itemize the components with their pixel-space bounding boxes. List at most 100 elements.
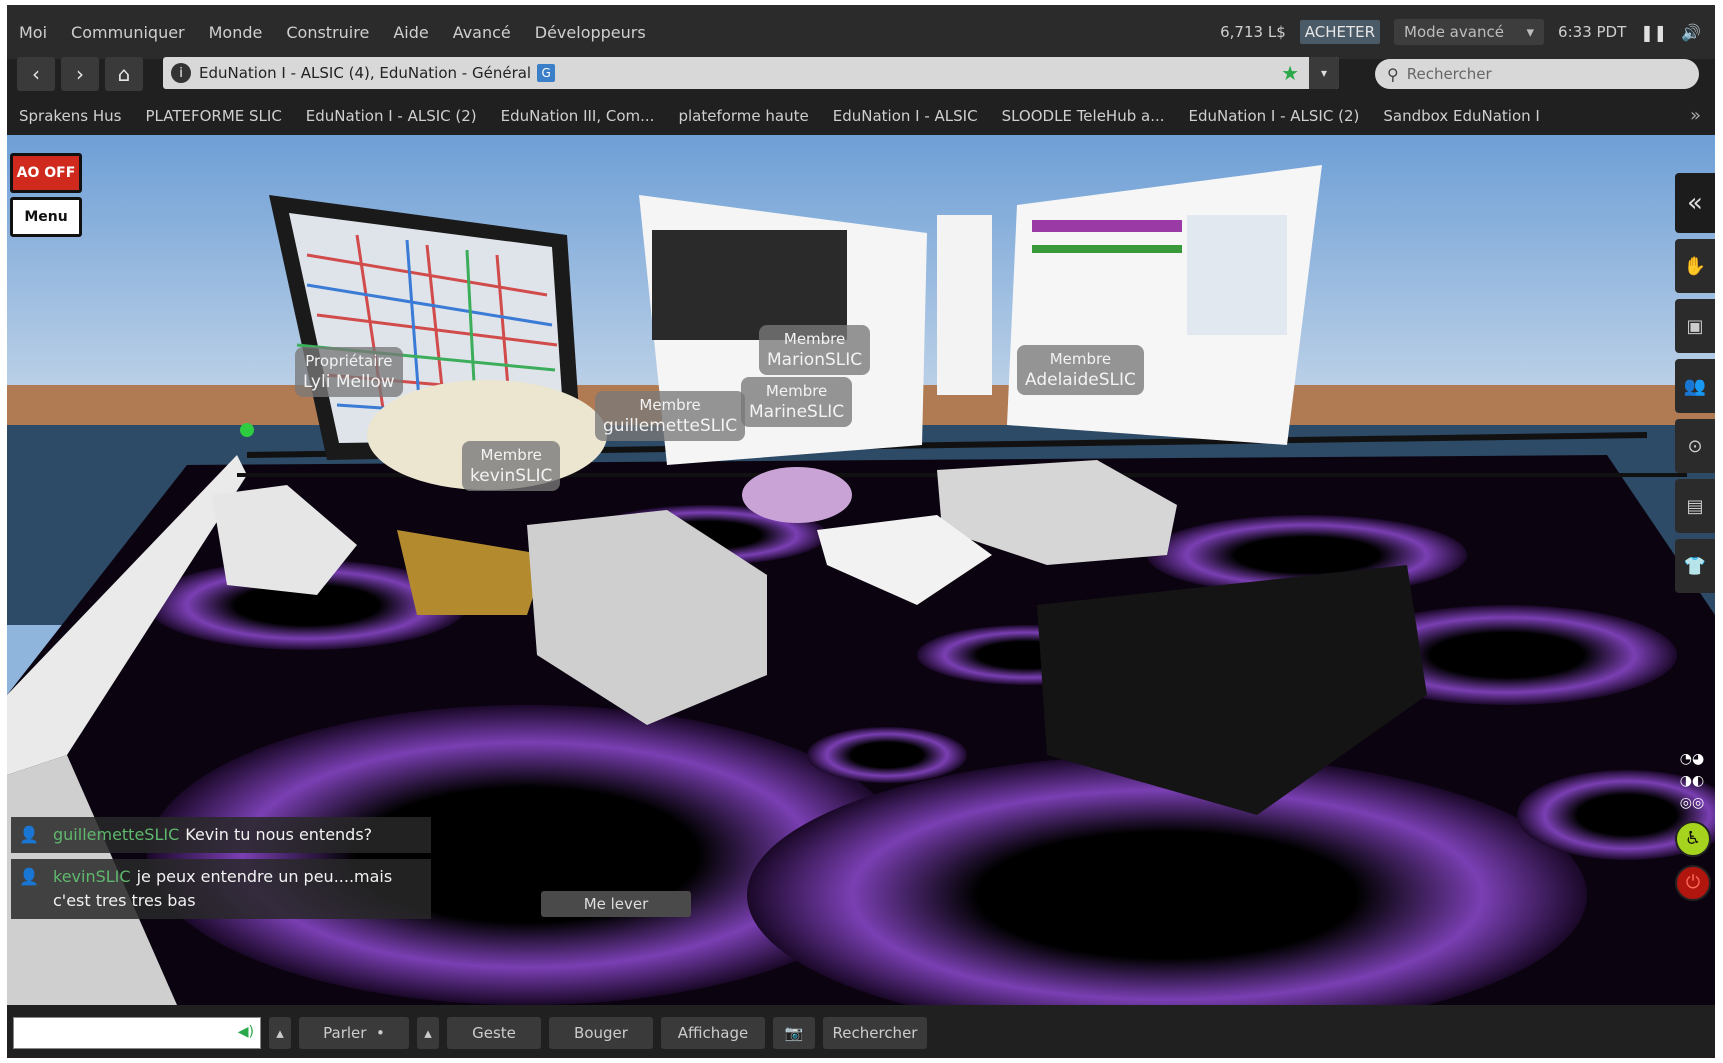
- 3d-world-view[interactable]: AO OFF Menu Propriétaire Lyli Mellow Mem…: [7, 135, 1715, 1005]
- info-icon[interactable]: i: [171, 63, 191, 83]
- star-icon[interactable]: ★: [1281, 61, 1299, 85]
- speak-label: Parler: [323, 1024, 367, 1042]
- profile-card-icon: ▣: [1686, 315, 1704, 337]
- favorites-bar: Sprakens Hus PLATEFORME SLIC EduNation I…: [7, 97, 1715, 135]
- chat-message: 👤 kevinSLIC je peux entendre un peu....ma…: [11, 859, 431, 919]
- name-tag-name: MarionSLIC: [767, 350, 863, 370]
- speaker-icon[interactable]: 🔊: [1681, 23, 1701, 42]
- name-tag-role: Membre: [783, 330, 846, 348]
- chat-sender[interactable]: kevinSLIC: [53, 867, 131, 886]
- search-button[interactable]: Rechercher: [823, 1017, 927, 1049]
- collapse-sidebar-button[interactable]: «: [1675, 173, 1715, 233]
- inventory-icon: ▤: [1686, 495, 1704, 517]
- favorite-item[interactable]: Sprakens Hus: [7, 107, 133, 125]
- caret-up-icon: ▴: [424, 1024, 432, 1042]
- menu-developpeurs[interactable]: Développeurs: [523, 23, 658, 42]
- sidebar-profile-button[interactable]: ▣: [1675, 299, 1715, 353]
- name-tag: Membre MarionSLIC: [759, 325, 871, 375]
- chevron-down-icon: ▾: [1526, 23, 1535, 41]
- double-chevron-left-icon: «: [1687, 188, 1703, 218]
- search-placeholder: Rechercher: [1406, 65, 1492, 83]
- menu-construire[interactable]: Construire: [274, 23, 381, 42]
- chat-sender[interactable]: guillemetteSLIC: [53, 825, 179, 844]
- forward-button[interactable]: ›: [61, 57, 99, 91]
- speak-options-button[interactable]: ▴: [417, 1017, 439, 1049]
- chat-input[interactable]: ◀): [13, 1017, 261, 1049]
- camera-control-icon[interactable]: ◔◕: [1675, 751, 1709, 771]
- name-tag-name: MarineSLIC: [749, 402, 845, 422]
- name-tag-role: Membre: [1049, 350, 1112, 368]
- chevron-right-icon: ›: [76, 62, 84, 86]
- menu-avance[interactable]: Avancé: [441, 23, 523, 42]
- orbit-control-icon[interactable]: ◑◐: [1675, 773, 1709, 793]
- stand-up-button[interactable]: Me lever: [541, 891, 691, 917]
- name-tag-role: Membre: [480, 446, 542, 464]
- name-tag-name: kevinSLIC: [470, 466, 553, 486]
- sidebar-gestures-button[interactable]: ✋: [1675, 239, 1715, 293]
- menu-monde[interactable]: Monde: [197, 23, 275, 42]
- menu-aide[interactable]: Aide: [381, 23, 440, 42]
- favorite-item[interactable]: plateforme haute: [666, 107, 820, 125]
- chat-message: 👤 guillemetteSLIC Kevin tu nous entends?: [11, 817, 431, 853]
- name-tag-role: Membre: [639, 396, 701, 414]
- voice-indicator-icon: ◀): [237, 1024, 254, 1040]
- view-button[interactable]: Affichage: [661, 1017, 765, 1049]
- chevron-left-icon: ‹: [32, 62, 40, 86]
- pin-icon: ⊙: [1687, 435, 1703, 457]
- pause-icon[interactable]: ❚❚: [1640, 23, 1667, 42]
- sidebar-inventory-button[interactable]: ▤: [1675, 479, 1715, 533]
- back-button[interactable]: ‹: [17, 57, 55, 91]
- home-icon: ⌂: [117, 62, 131, 86]
- gesture-button[interactable]: Geste: [447, 1017, 541, 1049]
- menu-hud-button[interactable]: Menu: [10, 197, 82, 237]
- menu-moi[interactable]: Moi: [7, 23, 59, 42]
- bottom-toolbar: ◀) ▴ Parler • ▴ Geste Bouger Affichage 📷…: [7, 1008, 1715, 1058]
- name-tag: Membre kevinSLIC: [462, 441, 561, 491]
- search-field[interactable]: ⚲ Rechercher: [1375, 59, 1699, 89]
- favorite-item[interactable]: EduNation III, Com...: [489, 107, 667, 125]
- dot-icon: •: [366, 1024, 385, 1042]
- caret-up-icon: ▴: [276, 1024, 284, 1042]
- speak-button[interactable]: Parler •: [299, 1017, 409, 1049]
- sit-icon[interactable]: ♿: [1675, 821, 1711, 857]
- favorite-item[interactable]: SLOODLE TeleHub a...: [990, 107, 1177, 125]
- name-tag: Propriétaire Lyli Mellow: [295, 347, 403, 397]
- home-button[interactable]: ⌂: [105, 57, 143, 91]
- favorite-item[interactable]: EduNation I - ALSIC (2): [294, 107, 489, 125]
- shirt-icon: 👕: [1683, 555, 1707, 577]
- move-button[interactable]: Bouger: [549, 1017, 653, 1049]
- location-dropdown-button[interactable]: ▾: [1309, 57, 1339, 89]
- camera-hud: ◔◕ ◑◐ ◎◎ ♿ ⏻: [1675, 751, 1711, 901]
- name-tag-role: Propriétaire: [305, 352, 393, 370]
- favorite-item[interactable]: Sandbox EduNation I: [1371, 107, 1551, 125]
- ao-off-hud-button[interactable]: AO OFF: [10, 153, 82, 193]
- zoom-control-icon[interactable]: ◎◎: [1675, 795, 1709, 815]
- viewer-window: Moi Communiquer Monde Construire Aide Av…: [7, 5, 1715, 1058]
- menu-bar: Moi Communiquer Monde Construire Aide Av…: [7, 5, 1715, 59]
- avatar-icon: 👤: [19, 825, 39, 844]
- chat-history-button[interactable]: ▴: [269, 1017, 291, 1049]
- favorite-item[interactable]: EduNation I - ALSIC: [821, 107, 990, 125]
- sidebar-tray: « ✋ ▣ 👥 ⊙ ▤ 👕: [1675, 173, 1715, 593]
- nearby-chat: 👤 guillemetteSLIC Kevin tu nous entends? …: [11, 817, 431, 925]
- sidebar-places-button[interactable]: ⊙: [1675, 419, 1715, 473]
- navigation-bar: ‹ › ⌂ i EduNation I - ALSIC (4), EduNati…: [7, 53, 1715, 95]
- favorite-item[interactable]: EduNation I - ALSIC (2): [1177, 107, 1372, 125]
- camera-icon: 📷: [784, 1024, 804, 1042]
- power-icon[interactable]: ⏻: [1675, 865, 1711, 901]
- favorite-item[interactable]: PLATEFORME SLIC: [133, 107, 293, 125]
- chat-text: Kevin tu nous entends?: [185, 825, 373, 844]
- sidebar-people-button[interactable]: 👥: [1675, 359, 1715, 413]
- mode-select[interactable]: Mode avancé ▾: [1394, 19, 1545, 45]
- location-field[interactable]: i EduNation I - ALSIC (4), EduNation - G…: [163, 57, 1339, 89]
- snapshot-button[interactable]: 📷: [773, 1017, 815, 1049]
- search-icon: ⚲: [1387, 64, 1399, 84]
- more-favorites-icon[interactable]: »: [1690, 105, 1701, 126]
- name-tag: Membre AdelaideSLIC: [1017, 345, 1144, 395]
- menu-communiquer[interactable]: Communiquer: [59, 23, 197, 42]
- buy-button[interactable]: ACHETER: [1299, 20, 1381, 44]
- sidebar-appearance-button[interactable]: 👕: [1675, 539, 1715, 593]
- hand-icon: ✋: [1683, 255, 1707, 277]
- name-tag-role: Membre: [765, 382, 828, 400]
- name-tag-name: Lyli Mellow: [303, 372, 395, 392]
